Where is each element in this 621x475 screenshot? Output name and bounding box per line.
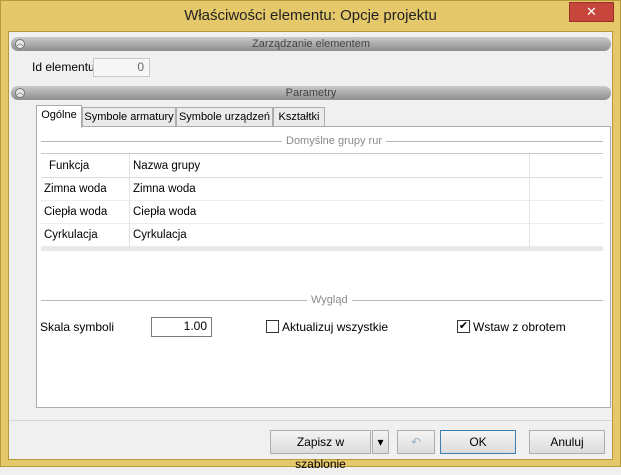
section-element-management-title: Zarządzanie elementem <box>251 38 370 50</box>
dialog-client-area: ︿ Zarządzanie elementem Id elementu 0 ︿ … <box>8 31 613 471</box>
chevron-down-icon: ▾ <box>377 435 384 449</box>
symbol-scale-input[interactable]: 1.00 <box>151 317 212 337</box>
collapse-icon[interactable]: ︿ <box>15 88 25 98</box>
table-header: Funkcja Nazwa grupy <box>41 154 603 178</box>
tab-shapes[interactable]: Kształtki <box>273 107 325 127</box>
close-button[interactable]: ✕ <box>569 2 614 22</box>
window-title: Właściwości elementu: Opcje projektu <box>184 7 437 24</box>
row-function: Zimna woda <box>44 183 107 195</box>
table-empty-area <box>41 247 603 251</box>
pipe-groups-title: Domyślne grupy rur <box>282 135 386 147</box>
column-header-group-name[interactable]: Nazwa grupy <box>133 160 200 172</box>
close-icon: ✕ <box>586 4 597 19</box>
insert-rotation-label[interactable]: Wstaw z obrotem <box>473 320 566 334</box>
undo-button[interactable]: ↶ <box>397 430 435 454</box>
collapse-icon[interactable]: ︿ <box>15 39 25 49</box>
section-parameters-title: Parametry <box>285 87 337 99</box>
table-row[interactable]: Ciepła woda Ciepła woda <box>41 201 603 224</box>
save-template-button[interactable]: Zapisz w szablonie <box>270 430 371 471</box>
tab-fitting-symbols[interactable]: Symbole armatury <box>82 107 176 127</box>
update-all-label[interactable]: Aktualizuj wszystkie <box>282 320 388 334</box>
column-header-function[interactable]: Funkcja <box>49 160 89 172</box>
element-id-field: 0 <box>93 58 150 77</box>
update-all-checkbox[interactable] <box>266 320 279 333</box>
tab-general[interactable]: Ogólne <box>36 105 82 128</box>
row-group-name[interactable]: Ciepła woda <box>133 206 196 218</box>
tab-device-symbols[interactable]: Symbole urządzeń <box>176 107 273 127</box>
dialog-window: Właściwości elementu: Opcje projektu ✕ ︿… <box>0 0 621 471</box>
cancel-button[interactable]: Anuluj <box>529 430 605 454</box>
check-icon: ✔ <box>458 320 469 332</box>
ok-button[interactable]: OK <box>440 430 516 454</box>
column-divider <box>529 154 530 251</box>
row-function: Ciepła woda <box>44 206 108 218</box>
row-group-name[interactable]: Zimna woda <box>133 183 196 195</box>
section-element-management[interactable]: ︿ Zarządzanie elementem <box>11 37 611 51</box>
dialog-button-bar: Zapisz w szablonie ▾ ↶ OK Anuluj <box>9 420 612 471</box>
row-function: Cyrkulacja <box>44 229 98 241</box>
pipe-groups-table: Funkcja Nazwa grupy Zimna woda Zimna wod… <box>41 153 603 251</box>
table-row[interactable]: Zimna woda Zimna woda <box>41 178 603 201</box>
undo-icon: ↶ <box>410 435 422 449</box>
section-parameters[interactable]: ︿ Parametry <box>11 86 611 100</box>
row-group-name[interactable]: Cyrkulacja <box>133 229 187 241</box>
insert-rotation-checkbox[interactable]: ✔ <box>457 320 470 333</box>
table-row[interactable]: Cyrkulacja Cyrkulacja <box>41 224 603 247</box>
symbol-scale-label: Skala symboli <box>40 320 115 334</box>
tab-panel-general: Domyślne grupy rur Funkcja Nazwa grupy Z… <box>36 126 611 408</box>
element-id-label: Id elementu <box>32 60 95 74</box>
column-divider <box>129 154 130 251</box>
save-template-dropdown-button[interactable]: ▾ <box>372 430 389 454</box>
appearance-title: Wygląd <box>307 294 352 306</box>
